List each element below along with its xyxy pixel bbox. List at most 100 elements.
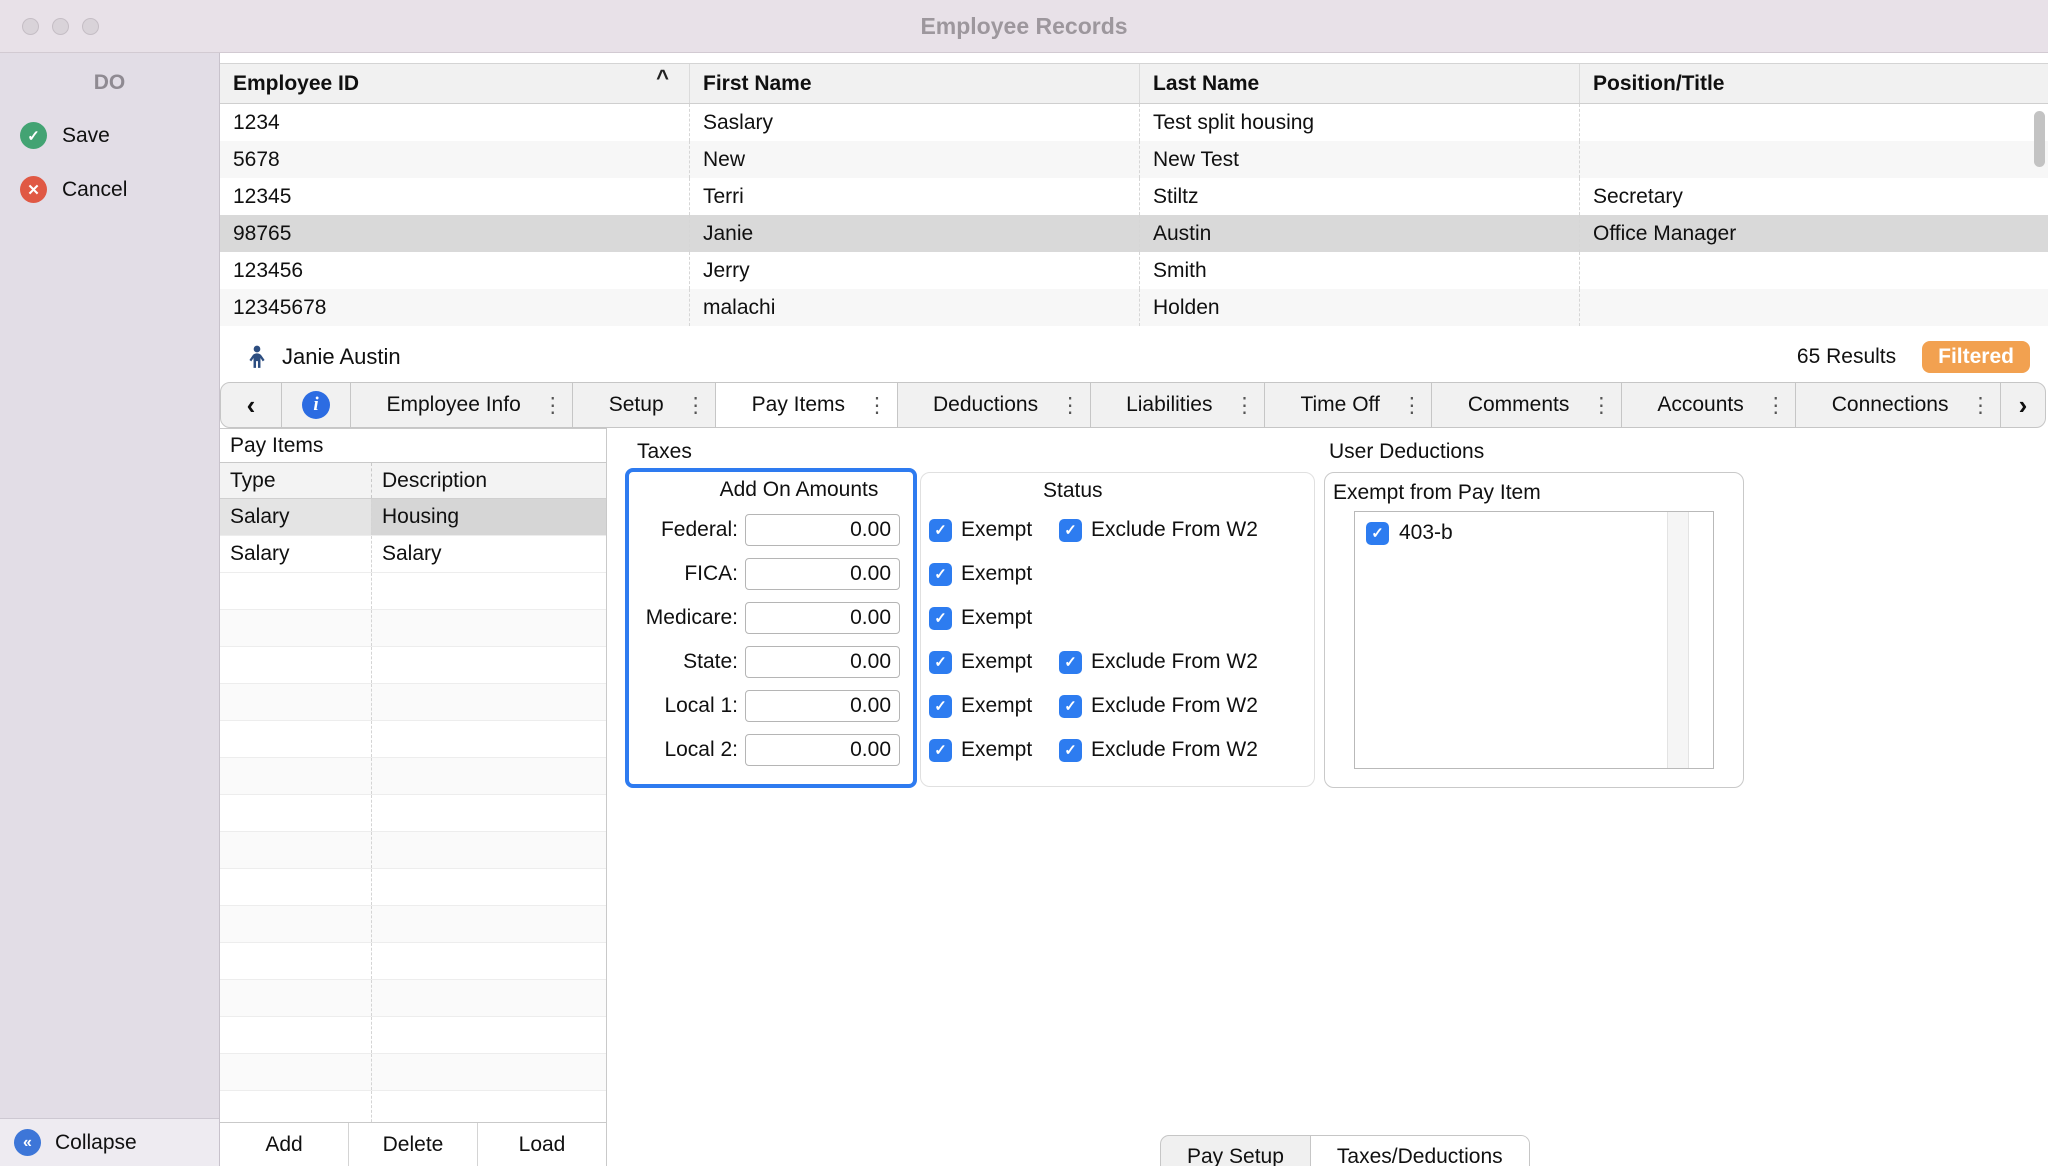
pay-item-empty-row[interactable]	[220, 684, 606, 721]
403-b-checkbox[interactable]: ✓	[1366, 522, 1389, 545]
pay-item-row[interactable]: SalarySalary	[220, 536, 606, 573]
tab-menu-dots-icon[interactable]: ⋮	[542, 393, 563, 418]
tab-pay-items[interactable]: Pay Items⋮	[715, 382, 897, 428]
tab-menu-dots-icon[interactable]: ⋮	[685, 393, 706, 418]
deduction-item[interactable]: ✓403-b	[1355, 512, 1713, 545]
pay-items-column-description[interactable]: Description	[371, 463, 606, 498]
tab-connections[interactable]: Connections⋮	[1795, 382, 2001, 428]
pay-item-empty-row[interactable]	[220, 832, 606, 869]
collapse-button[interactable]: « Collapse	[0, 1118, 219, 1166]
tab-menu-dots-icon[interactable]: ⋮	[1591, 393, 1612, 418]
column-header-first-name[interactable]: First Name	[690, 64, 1140, 103]
pay-item-empty-row[interactable]	[220, 647, 606, 684]
local-2-exempt-checkbox[interactable]: ✓	[929, 739, 952, 762]
add-button[interactable]: Add	[220, 1123, 349, 1166]
tab-time-off[interactable]: Time Off⋮	[1264, 382, 1432, 428]
medicare-exempt-toggle[interactable]: ✓Exempt	[929, 606, 1059, 630]
pay-item-empty-row[interactable]	[220, 1091, 606, 1122]
tab-menu-dots-icon[interactable]: ⋮	[1401, 393, 1422, 418]
column-header-employee-id[interactable]: Employee ID ^	[220, 64, 690, 103]
federal-input[interactable]	[745, 514, 900, 546]
tab-menu-dots-icon[interactable]: ⋮	[1970, 393, 1991, 418]
tab-menu-dots-icon[interactable]: ⋮	[1234, 393, 1255, 418]
table-row[interactable]: 5678NewNew Test	[220, 141, 2048, 178]
local-2-exempt-toggle[interactable]: ✓Exempt	[929, 738, 1059, 762]
pay-item-empty-row[interactable]	[220, 1017, 606, 1054]
table-scrollbar-thumb[interactable]	[2034, 111, 2045, 167]
pay-item-empty-row[interactable]	[220, 906, 606, 943]
empty-cell	[220, 758, 371, 794]
tab-menu-dots-icon[interactable]: ⋮	[1765, 393, 1786, 418]
state-input[interactable]	[745, 646, 900, 678]
state-exempt-toggle[interactable]: ✓Exempt	[929, 650, 1059, 674]
fica-exempt-toggle[interactable]: ✓Exempt	[929, 562, 1059, 586]
tab-forward-button[interactable]: ›	[2000, 382, 2046, 428]
local-1-exempt-toggle[interactable]: ✓Exempt	[929, 694, 1059, 718]
minimize-window-button[interactable]	[52, 18, 69, 35]
state-exempt-checkbox[interactable]: ✓	[929, 651, 952, 674]
fica-exempt-checkbox[interactable]: ✓	[929, 563, 952, 586]
cancel-button[interactable]: ✕ Cancel	[0, 176, 219, 203]
medicare-input[interactable]	[745, 602, 900, 634]
tab-liabilities[interactable]: Liabilities⋮	[1090, 382, 1265, 428]
bottom-tab-pay-setup[interactable]: Pay Setup	[1161, 1136, 1311, 1166]
local-1-input[interactable]	[745, 690, 900, 722]
tab-setup[interactable]: Setup⋮	[572, 382, 716, 428]
column-header-last-name[interactable]: Last Name	[1140, 64, 1580, 103]
filtered-badge[interactable]: Filtered	[1922, 341, 2030, 373]
pay-item-row[interactable]: SalaryHousing	[220, 499, 606, 536]
local-2-row: Local 2:	[629, 728, 913, 772]
save-button[interactable]: ✓ Save	[0, 122, 219, 149]
local-1-exclude-w2-toggle[interactable]: ✓Exclude From W2	[1059, 694, 1258, 718]
zoom-window-button[interactable]	[82, 18, 99, 35]
pay-item-type-cell: Salary	[220, 536, 371, 572]
close-window-button[interactable]	[22, 18, 39, 35]
local-2-exclude-w2-checkbox[interactable]: ✓	[1059, 739, 1082, 762]
table-cell: Secretary	[1580, 178, 2048, 215]
table-row[interactable]: 98765JanieAustinOffice Manager	[220, 215, 2048, 252]
pay-item-empty-row[interactable]	[220, 980, 606, 1017]
pay-item-empty-row[interactable]	[220, 758, 606, 795]
local-1-exempt-checkbox[interactable]: ✓	[929, 695, 952, 718]
exclude-w2-label: Exclude From W2	[1091, 738, 1258, 762]
pay-item-empty-row[interactable]	[220, 721, 606, 758]
tab-accounts[interactable]: Accounts⋮	[1621, 382, 1796, 428]
local-2-exclude-w2-toggle[interactable]: ✓ Exclude From W2	[1059, 738, 1258, 762]
tab-back-button[interactable]: ‹	[220, 382, 282, 428]
tab-deductions[interactable]: Deductions⋮	[897, 382, 1091, 428]
pay-item-empty-row[interactable]	[220, 869, 606, 906]
federal-exclude-w2-checkbox[interactable]: ✓	[1059, 519, 1082, 542]
pay-item-empty-row[interactable]	[220, 610, 606, 647]
fica-input[interactable]	[745, 558, 900, 590]
pay-item-empty-row[interactable]	[220, 943, 606, 980]
pay-item-empty-row[interactable]	[220, 573, 606, 610]
load-button[interactable]: Load	[478, 1123, 606, 1166]
medicare-exempt-checkbox[interactable]: ✓	[929, 607, 952, 630]
bottom-tab-taxes-deductions[interactable]: Taxes/Deductions	[1311, 1136, 1529, 1166]
info-button[interactable]: i	[281, 382, 351, 428]
table-row[interactable]: 1234SaslaryTest split housing	[220, 104, 2048, 141]
tab-comments[interactable]: Comments⋮	[1431, 382, 1622, 428]
tab-employee-info[interactable]: Employee Info⋮	[350, 382, 573, 428]
state-exclude-w2-checkbox[interactable]: ✓	[1059, 651, 1082, 674]
federal-exempt-toggle[interactable]: ✓Exempt	[929, 518, 1059, 542]
pay-items-column-type[interactable]: Type	[220, 463, 371, 498]
column-header-position-title[interactable]: Position/Title	[1580, 64, 2048, 103]
list-scrollbar-track[interactable]	[1667, 512, 1689, 768]
delete-button[interactable]: Delete	[349, 1123, 478, 1166]
tab-menu-dots-icon[interactable]: ⋮	[1060, 393, 1081, 418]
medicare-label: Medicare:	[629, 606, 745, 630]
table-row[interactable]: 123456JerrySmith	[220, 252, 2048, 289]
federal-exempt-checkbox[interactable]: ✓	[929, 519, 952, 542]
local-2-input[interactable]	[745, 734, 900, 766]
pay-item-empty-row[interactable]	[220, 795, 606, 832]
local-1-exclude-w2-checkbox[interactable]: ✓	[1059, 695, 1082, 718]
info-icon: i	[302, 391, 330, 419]
state-exclude-w2-toggle[interactable]: ✓Exclude From W2	[1059, 650, 1258, 674]
federal-exclude-w2-toggle[interactable]: ✓Exclude From W2	[1059, 518, 1258, 542]
table-row[interactable]: 12345TerriStiltzSecretary	[220, 178, 2048, 215]
pay-item-empty-row[interactable]	[220, 1054, 606, 1091]
tab-menu-dots-icon[interactable]: ⋮	[867, 393, 888, 418]
sort-ascending-icon[interactable]: ^	[656, 65, 669, 91]
table-row[interactable]: 12345678malachiHolden	[220, 289, 2048, 326]
